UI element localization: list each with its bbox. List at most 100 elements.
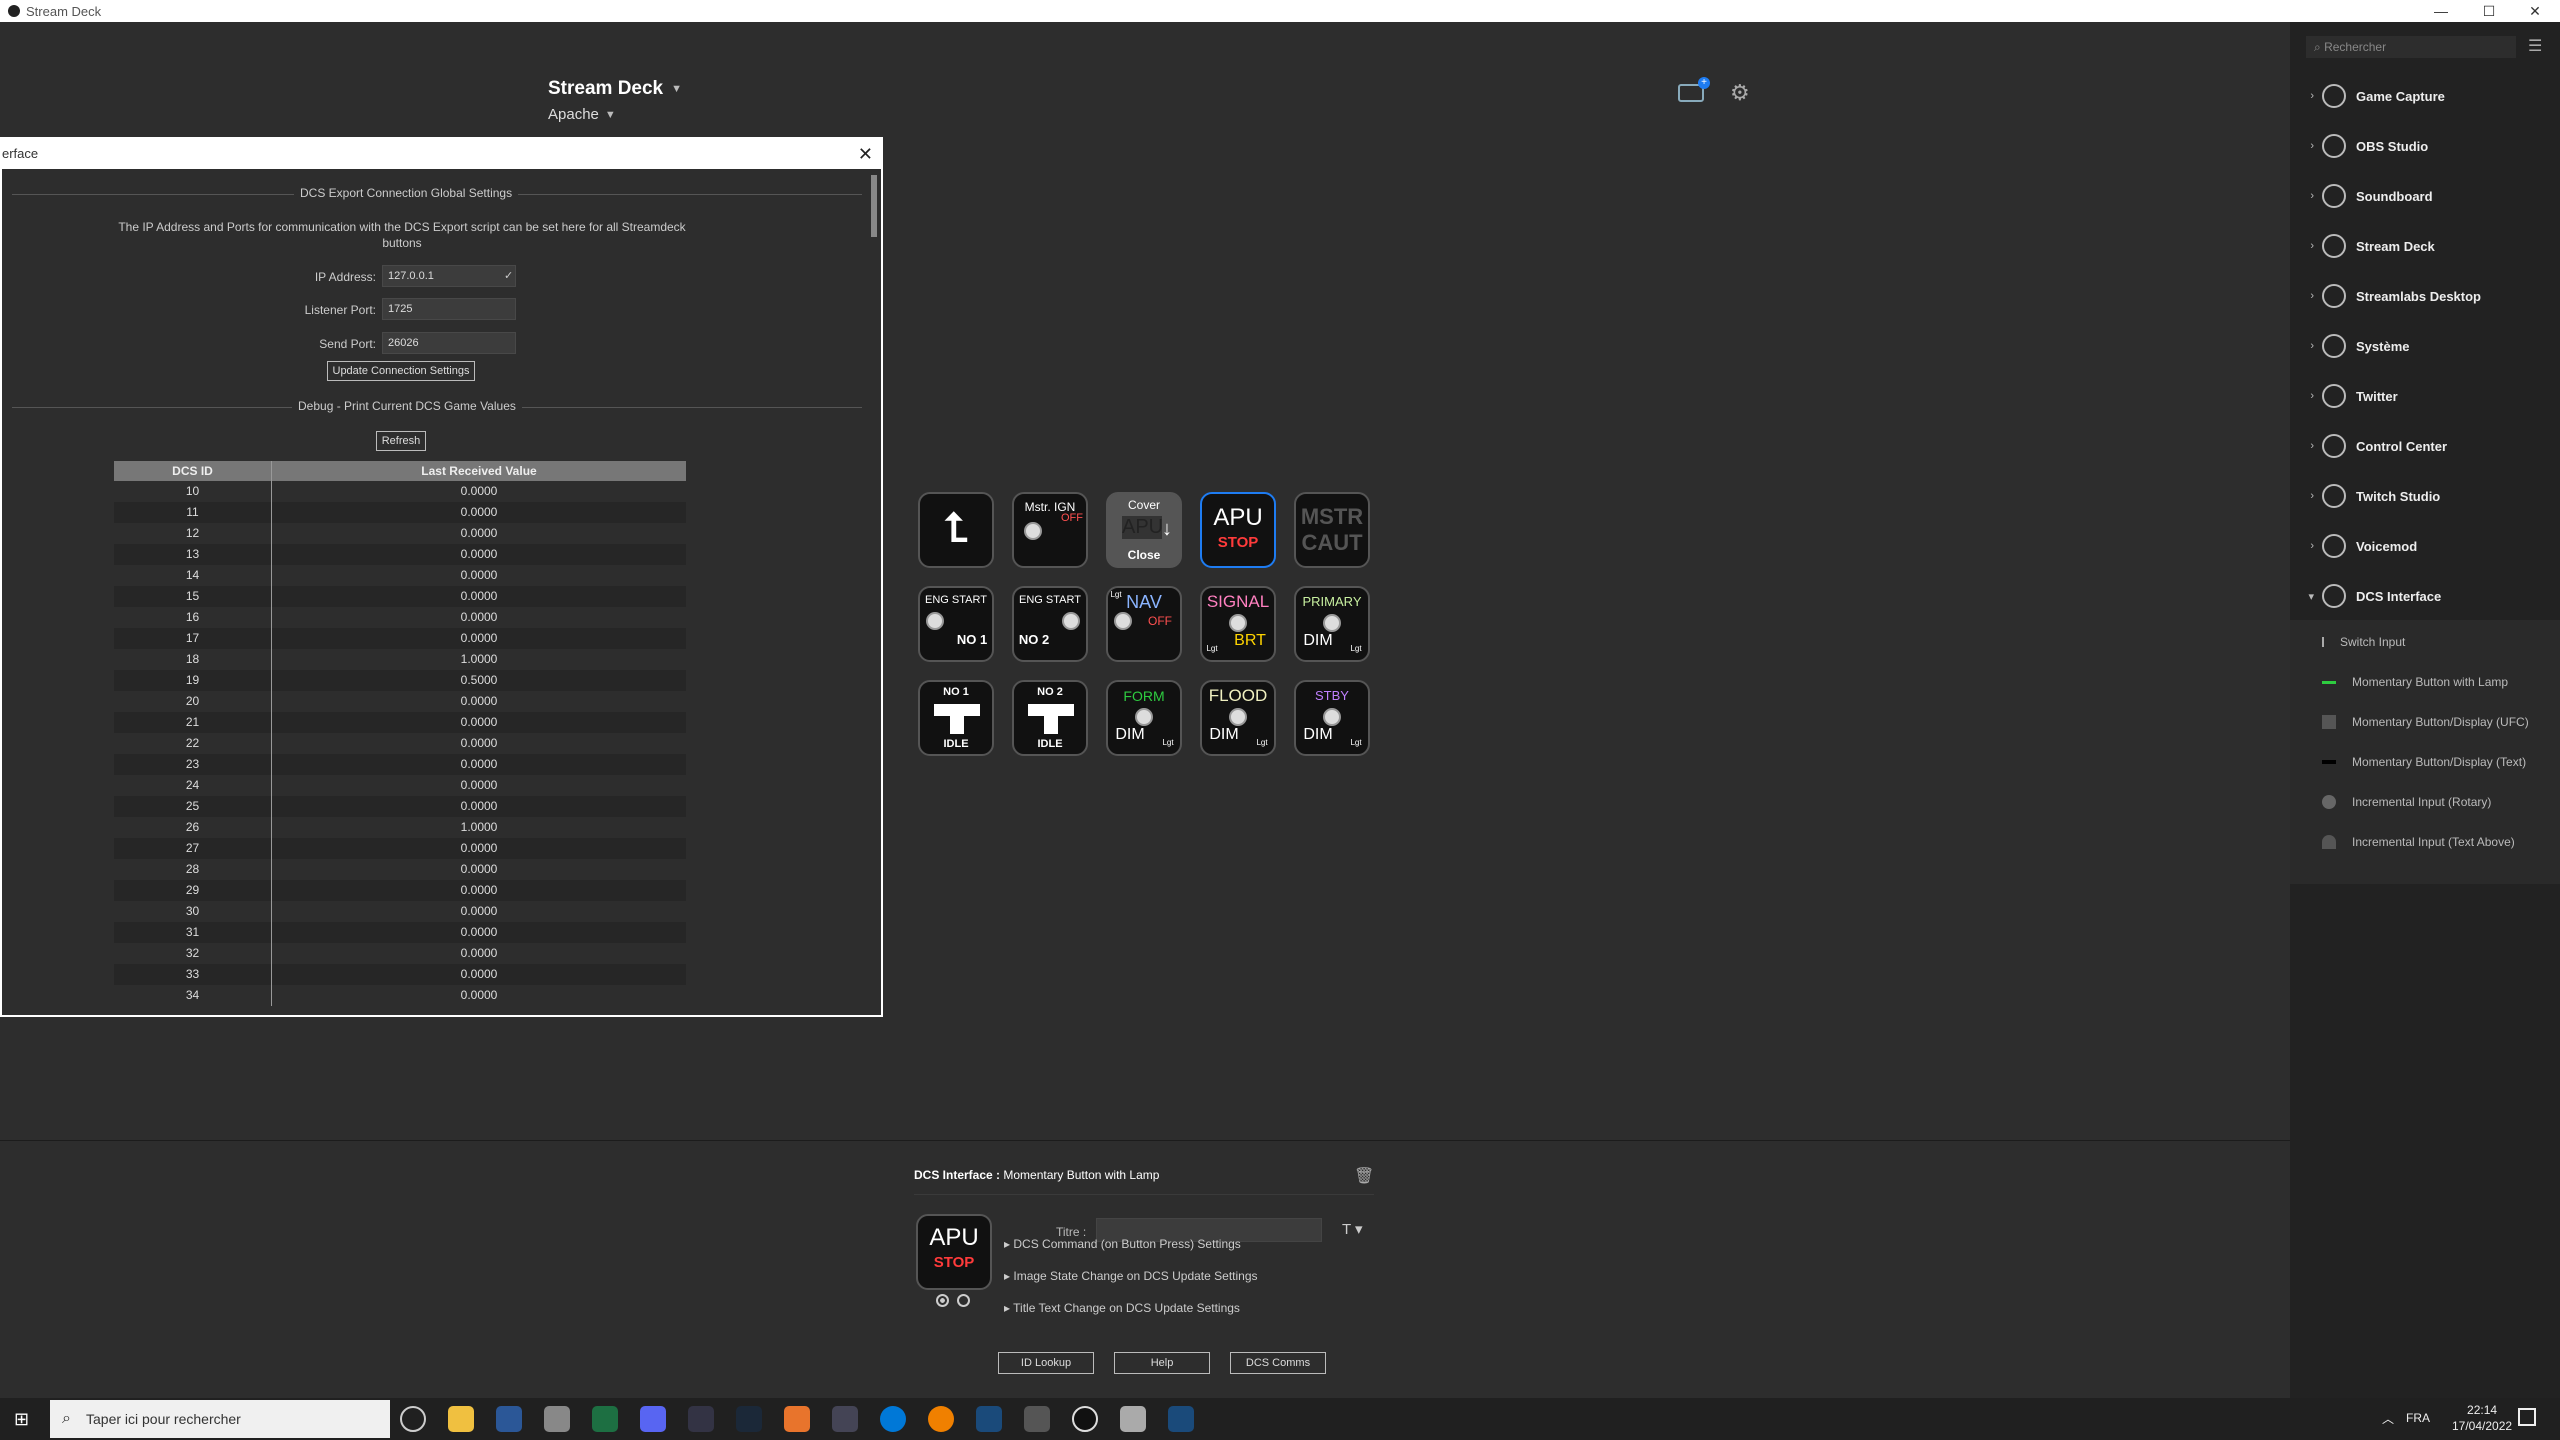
chevron-icon: › bbox=[2310, 540, 2314, 552]
section-dcs-command[interactable]: ▸ DCS Command (on Button Press) Settings bbox=[1004, 1237, 1241, 1251]
category-twitch-studio[interactable]: › Twitch Studio bbox=[2290, 476, 2560, 516]
category-control-center[interactable]: › Control Center bbox=[2290, 426, 2560, 466]
key-label: Lgt bbox=[1350, 644, 1362, 653]
taskbar-search[interactable]: ⌕ Taper ici pour rechercher bbox=[50, 1400, 390, 1438]
dcs-icon[interactable] bbox=[1168, 1406, 1194, 1432]
category-syst-me[interactable]: › Système bbox=[2290, 326, 2560, 366]
cell-last-value: 0.0000 bbox=[460, 484, 498, 498]
key-eng-start-1[interactable]: ENG START NO 1 bbox=[918, 586, 994, 662]
state-selector bbox=[936, 1294, 970, 1307]
app-icon[interactable] bbox=[784, 1406, 810, 1432]
action-momentary-button-with-lamp[interactable]: Momentary Button with Lamp bbox=[2290, 662, 2560, 702]
list-view-icon[interactable]: ☰ bbox=[2528, 36, 2542, 56]
tray-chevron-icon[interactable]: ︿ bbox=[2382, 1410, 2394, 1427]
key-mstr-ign[interactable]: Mstr. IGN OFF bbox=[1012, 492, 1088, 568]
cell-last-value: 0.0000 bbox=[460, 778, 498, 792]
key-primary-dim[interactable]: PRIMARY DIM Lgt bbox=[1294, 586, 1370, 662]
category-voicemod[interactable]: › Voicemod bbox=[2290, 526, 2560, 566]
language-indicator[interactable]: FRA bbox=[2406, 1411, 2430, 1425]
app-icon[interactable] bbox=[1120, 1406, 1146, 1432]
id-lookup-button[interactable]: ID Lookup bbox=[998, 1352, 1094, 1374]
close-icon[interactable]: ✕ bbox=[858, 139, 873, 169]
store-icon[interactable]: + bbox=[1678, 77, 1710, 102]
discord-icon[interactable] bbox=[640, 1406, 666, 1432]
dcs-comms-button[interactable]: DCS Comms bbox=[1230, 1352, 1326, 1374]
action-incremental-input-text-above-[interactable]: Incremental Input (Text Above) bbox=[2290, 822, 2560, 862]
help-button[interactable]: Help bbox=[1114, 1352, 1210, 1374]
key-flood-dim[interactable]: FLOOD DIM Lgt bbox=[1200, 680, 1276, 756]
category-twitter[interactable]: › Twitter bbox=[2290, 376, 2560, 416]
profile-selector[interactable]: Apache ▼ bbox=[548, 106, 616, 123]
notification-icon[interactable] bbox=[2518, 1408, 2536, 1426]
key-no1-idle[interactable]: NO 1 IDLE bbox=[918, 680, 994, 756]
key-stby-dim[interactable]: STBY DIM Lgt bbox=[1294, 680, 1370, 756]
clock[interactable]: 22:14 17/04/2022 bbox=[2452, 1402, 2512, 1434]
key-eng-start-2[interactable]: ENG START NO 2 bbox=[1012, 586, 1088, 662]
key-label: PRIMARY bbox=[1302, 594, 1362, 609]
listener-port-input[interactable]: 1725 bbox=[382, 298, 516, 320]
device-selector[interactable]: Stream Deck ▼ bbox=[548, 78, 682, 100]
text-style-icon[interactable]: T ▾ bbox=[1342, 1220, 1363, 1238]
section-image-state[interactable]: ▸ Image State Change on DCS Update Setti… bbox=[1004, 1269, 1258, 1283]
steam-icon[interactable] bbox=[736, 1406, 762, 1432]
refresh-button[interactable]: Refresh bbox=[376, 431, 426, 451]
app-icon[interactable] bbox=[928, 1406, 954, 1432]
table-row: 18 1.0000 bbox=[114, 649, 686, 670]
gear-icon[interactable]: ⚙ bbox=[1730, 80, 1750, 106]
update-connection-button[interactable]: Update Connection Settings bbox=[327, 361, 475, 381]
edge-icon[interactable] bbox=[880, 1406, 906, 1432]
dialog-scrollbar[interactable] bbox=[871, 171, 879, 1011]
minimize-button[interactable]: — bbox=[2418, 0, 2464, 22]
category-icon bbox=[2322, 184, 2346, 208]
action-incremental-input-rotary-[interactable]: Incremental Input (Rotary) bbox=[2290, 782, 2560, 822]
category-game-capture[interactable]: › Game Capture bbox=[2290, 76, 2560, 116]
key-back[interactable]: ⮤ bbox=[918, 492, 994, 568]
category-dcs-interface[interactable]: ▾ DCS Interface bbox=[2290, 576, 2560, 616]
trash-icon[interactable]: 🗑 bbox=[1354, 1166, 1374, 1186]
state-radio-0[interactable] bbox=[936, 1294, 949, 1307]
cortana-icon[interactable] bbox=[400, 1406, 426, 1432]
app-icon[interactable] bbox=[832, 1406, 858, 1432]
app-icon[interactable] bbox=[544, 1406, 570, 1432]
excel-icon[interactable] bbox=[592, 1406, 618, 1432]
category-soundboard[interactable]: › Soundboard bbox=[2290, 176, 2560, 216]
chevron-icon: › bbox=[2310, 340, 2314, 352]
taskbar-apps bbox=[400, 1406, 1194, 1432]
send-port-input[interactable]: 26026 bbox=[382, 332, 516, 354]
key-no2-idle[interactable]: NO 2 IDLE bbox=[1012, 680, 1088, 756]
cell-last-value: 0.0000 bbox=[460, 631, 498, 645]
action-momentary-button-display-text-[interactable]: Momentary Button/Display (Text) bbox=[2290, 742, 2560, 782]
section-title-text[interactable]: ▸ Title Text Change on DCS Update Settin… bbox=[1004, 1301, 1240, 1315]
key-label: Cover bbox=[1127, 498, 1160, 512]
category-icon bbox=[2322, 134, 2346, 158]
key-nav-lgt[interactable]: NAV OFF Lgt bbox=[1106, 586, 1182, 662]
action-icon bbox=[2322, 637, 2324, 647]
app-icon[interactable] bbox=[1024, 1406, 1050, 1432]
search-input[interactable]: ⌕ Rechercher bbox=[2306, 36, 2516, 58]
key-label: ENG START bbox=[925, 594, 987, 606]
windows-start-icon[interactable]: ⊞ bbox=[14, 1409, 29, 1430]
key-apu-cover[interactable]: Cover APU ↓ Close bbox=[1106, 492, 1182, 568]
ip-input[interactable]: 127.0.0.1 bbox=[382, 265, 516, 287]
category-obs-studio[interactable]: › OBS Studio bbox=[2290, 126, 2560, 166]
stream-deck-icon[interactable] bbox=[1072, 1406, 1098, 1432]
maximize-button[interactable]: ☐ bbox=[2466, 0, 2512, 22]
close-button[interactable]: ✕ bbox=[2512, 0, 2558, 22]
file-explorer-icon[interactable] bbox=[448, 1406, 474, 1432]
cell-dcs-id: 33 bbox=[114, 964, 272, 985]
action-icon bbox=[2322, 715, 2336, 729]
inspector-buttons: ID Lookup Help DCS Comms bbox=[998, 1352, 1326, 1374]
category-streamlabs-desktop[interactable]: › Streamlabs Desktop bbox=[2290, 276, 2560, 316]
action-momentary-button-display-ufc-[interactable]: Momentary Button/Display (UFC) bbox=[2290, 702, 2560, 742]
word-icon[interactable] bbox=[496, 1406, 522, 1432]
dcs-icon[interactable] bbox=[976, 1406, 1002, 1432]
category-stream-deck[interactable]: › Stream Deck bbox=[2290, 226, 2560, 266]
key-mstr-caut[interactable]: MSTR CAUT bbox=[1294, 492, 1370, 568]
action-switch-input[interactable]: Switch Input bbox=[2290, 622, 2560, 662]
state-radio-1[interactable] bbox=[957, 1294, 970, 1307]
key-form-dim[interactable]: FORM DIM Lgt bbox=[1106, 680, 1182, 756]
key-signal-brt[interactable]: SIGNAL BRT Lgt bbox=[1200, 586, 1276, 662]
key-apu-stop[interactable]: APU STOP bbox=[1200, 492, 1276, 568]
app-icon[interactable] bbox=[688, 1406, 714, 1432]
inspector-key-preview[interactable]: APU STOP bbox=[916, 1214, 992, 1290]
